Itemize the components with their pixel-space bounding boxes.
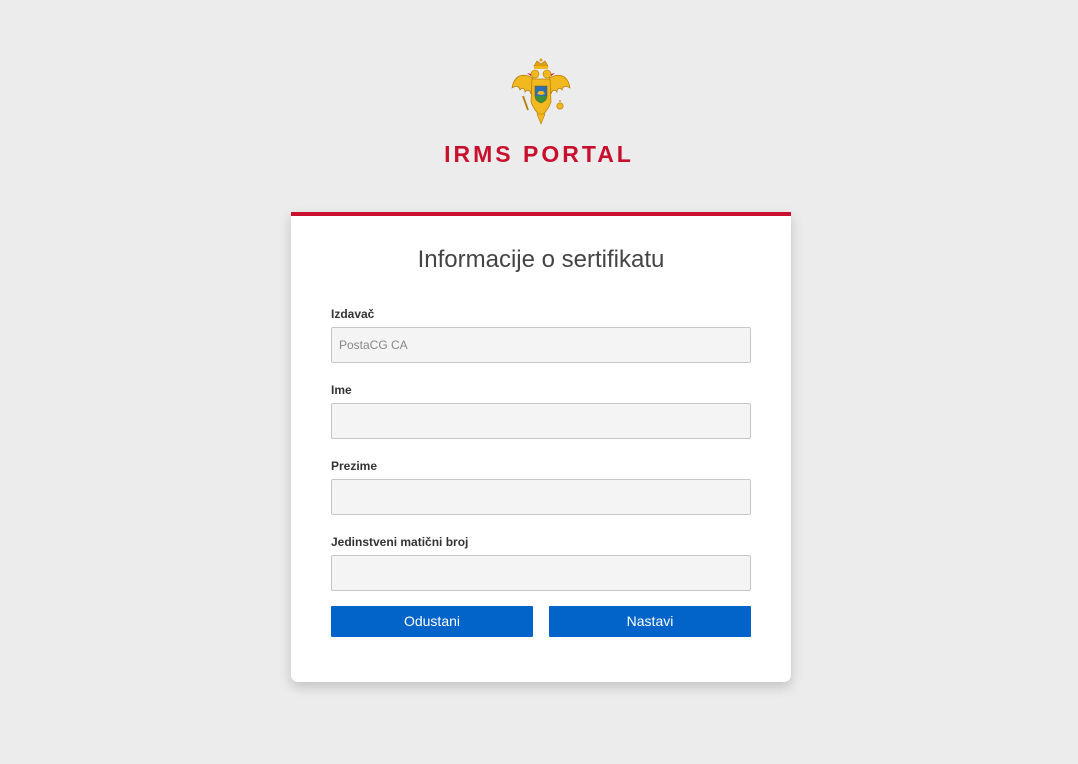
coat-of-arms-icon <box>511 58 571 125</box>
issuer-label: Izdavač <box>331 307 375 321</box>
form-title: Informacije o sertifikatu <box>417 246 665 273</box>
last-name-input[interactable] <box>331 479 751 515</box>
first-name-label: Ime <box>331 383 352 397</box>
continue-button[interactable]: Nastavi <box>549 606 751 637</box>
portal-title: IRMS PORTAL <box>444 141 634 167</box>
personal-id-input[interactable] <box>331 555 751 591</box>
last-name-label: Prezime <box>331 459 378 473</box>
cancel-button[interactable]: Odustani <box>331 606 533 637</box>
personal-id-label: Jedinstveni matični broj <box>331 535 469 549</box>
certificate-info-card: Informacije o sertifikatu Izdavač PostaC… <box>291 212 791 682</box>
first-name-input[interactable] <box>331 403 751 439</box>
issuer-input[interactable]: PostaCG CA <box>331 327 751 363</box>
